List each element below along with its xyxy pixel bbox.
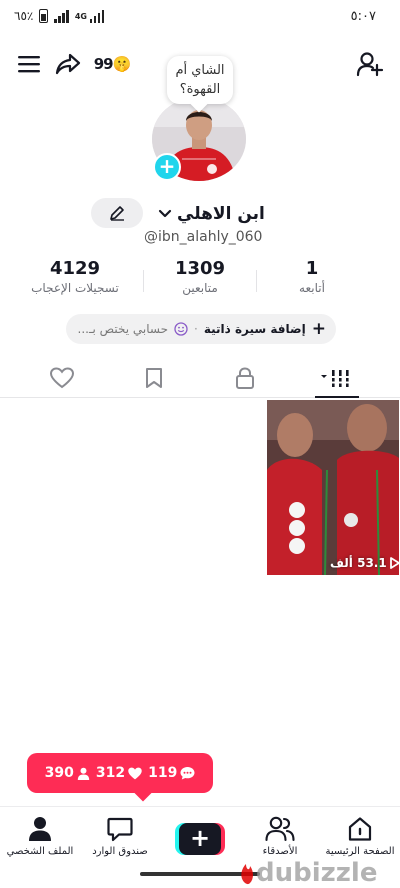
more-options-button[interactable]: 99🤫 — [92, 48, 132, 80]
dubizzle-logo: dubizzle — [241, 858, 377, 888]
person-icon — [77, 767, 90, 780]
grid-videos-icon — [321, 370, 351, 387]
tab-videos[interactable] — [287, 360, 387, 396]
nav-profile-label: الملف الشخصي — [6, 846, 74, 857]
tab-saved[interactable] — [104, 360, 204, 396]
watermark-logo: dubizzle — [236, 852, 400, 888]
nav-home[interactable]: الصفحة الرئيسية — [320, 815, 400, 857]
status-bar: ٦٥٪ 4G ٥:٠٧ — [0, 0, 400, 34]
active-tab-indicator — [315, 396, 359, 398]
stat-followers-label: متابعين — [182, 281, 218, 295]
stat-following[interactable]: 1 أتابعه — [252, 258, 372, 295]
heart-icon — [128, 767, 142, 779]
battery-icon — [39, 9, 49, 23]
more-label: 99🤫 — [93, 55, 132, 73]
hamburger-menu-icon — [18, 56, 40, 73]
notif-likes-value: 312 — [95, 765, 126, 781]
profile-icon — [29, 817, 51, 841]
battery-percent: ٦٥٪ — [14, 9, 34, 23]
play-icon — [389, 557, 400, 569]
inbox-icon — [107, 817, 133, 842]
comment-icon — [180, 767, 195, 780]
chevron-down-icon — [158, 209, 172, 218]
stat-following-label: أتابعه — [299, 281, 325, 295]
smiley-icon — [174, 322, 188, 336]
stat-likes: 4129 تسجيلات الإعجاب — [15, 258, 135, 295]
username: @ibn_alahly_060 — [144, 229, 263, 245]
nav-inbox-label: صندوق الوارد — [92, 846, 148, 857]
menu-button[interactable] — [13, 48, 45, 80]
notif-comments: 119 — [148, 765, 195, 781]
create-button[interactable]: + — [175, 823, 225, 855]
add-story-button[interactable]: + — [153, 153, 181, 181]
display-name: ابن الاهلي — [177, 204, 265, 224]
plus-icon: + — [179, 823, 221, 855]
home-icon — [348, 817, 372, 841]
tab-liked[interactable] — [12, 360, 112, 396]
add-bio-button[interactable]: + إضافة سيرة ذاتية · حسابي يختص بـ... — [66, 314, 336, 344]
tab-private[interactable] — [195, 360, 295, 396]
stat-followers-value: 1309 — [174, 258, 226, 279]
video-thumbnail[interactable] — [267, 400, 399, 575]
notif-likes: 312 — [96, 765, 142, 781]
share-profile-button[interactable] — [52, 48, 84, 80]
nav-inbox[interactable]: صندوق الوارد — [80, 815, 160, 857]
lock-icon — [236, 367, 254, 389]
add-friends-button[interactable] — [354, 48, 386, 80]
heart-icon — [50, 367, 74, 389]
note-text: الشاي أم القهوة؟ — [175, 63, 225, 97]
activity-notification[interactable]: 390 312 119 — [27, 753, 213, 793]
nav-friends[interactable]: الأصدقاء — [240, 815, 320, 857]
stat-likes-value: 4129 — [49, 258, 101, 279]
share-arrow-icon — [55, 53, 81, 75]
video-view-count: 53.1 ألف — [330, 556, 400, 570]
account-switcher[interactable]: ابن الاهلي — [158, 199, 265, 229]
note-bubble[interactable]: الشاي أم القهوة؟ — [167, 56, 233, 104]
edit-profile-button[interactable] — [91, 198, 143, 228]
notif-followers: 390 — [45, 765, 90, 781]
plus-icon: + — [311, 319, 326, 339]
signal-icon — [54, 9, 69, 23]
clock: ٥:٠٧ — [350, 9, 376, 24]
add-user-icon — [356, 52, 384, 77]
video-preview-image — [267, 400, 399, 575]
notif-comments-value: 119 — [148, 765, 178, 781]
signal-icon-2 — [89, 9, 105, 23]
video-views-value: 53.1 ألف — [330, 556, 387, 570]
status-indicators: ٦٥٪ 4G — [14, 9, 105, 23]
stat-followers[interactable]: 1309 متابعين — [140, 258, 260, 295]
svg-text:dubizzle: dubizzle — [256, 858, 377, 888]
stat-likes-label: تسجيلات الإعجاب — [31, 281, 119, 295]
separator-dot: · — [194, 322, 198, 336]
bio-hint: حسابي يختص بـ... — [77, 322, 169, 336]
pencil-icon — [110, 206, 124, 221]
add-bio-label: إضافة سيرة ذاتية — [203, 322, 306, 336]
friends-icon — [265, 816, 295, 842]
content-tabs — [0, 360, 400, 398]
network-type: 4G — [74, 11, 87, 21]
notif-followers-value: 390 — [44, 765, 74, 781]
bookmark-icon — [146, 368, 162, 388]
nav-profile[interactable]: الملف الشخصي — [0, 815, 80, 857]
stat-following-value: 1 — [305, 258, 319, 279]
